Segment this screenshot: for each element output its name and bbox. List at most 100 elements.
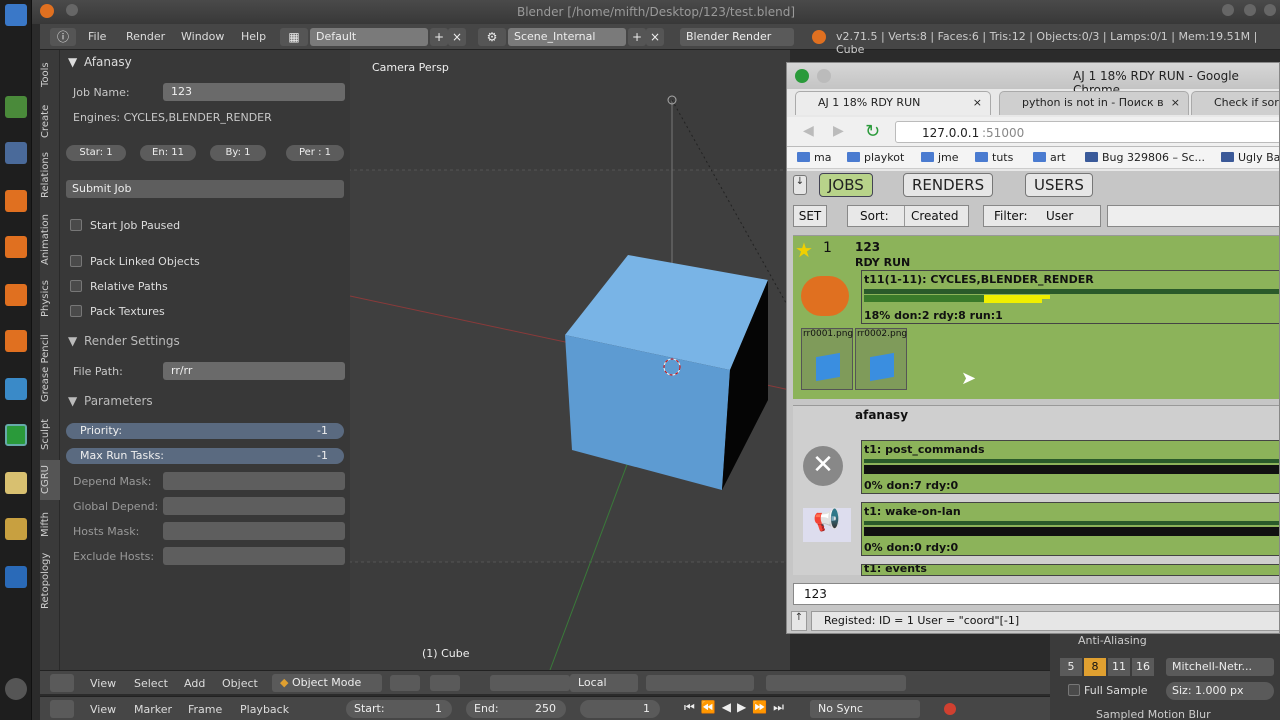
render-settings-header[interactable]: Render Settings (84, 334, 180, 348)
back-icon[interactable]: ◀ (803, 123, 814, 139)
record-icon[interactable] (944, 703, 956, 715)
pack-linked-checkbox[interactable] (70, 255, 82, 267)
menu-view[interactable]: View (90, 677, 116, 690)
per-task-field[interactable]: Per : 1 (286, 145, 344, 161)
pivot-icon[interactable] (430, 675, 460, 691)
menu-marker[interactable]: Marker (134, 703, 172, 716)
layout-icon[interactable]: ▦ (280, 28, 308, 46)
thumbnail[interactable]: rr0002.png (855, 328, 907, 390)
tab-physics[interactable]: Physics (40, 278, 60, 320)
editor-type-icon[interactable]: ⓘ (50, 28, 76, 46)
arrow-up-icon[interactable]: ↑ (791, 611, 807, 631)
global-depend-input[interactable] (163, 497, 345, 515)
tab-animation[interactable]: Animation (40, 212, 60, 268)
close-tab-icon[interactable]: × (973, 92, 982, 114)
layers-grid[interactable] (646, 675, 754, 691)
orientation-select[interactable]: Local (570, 674, 638, 692)
current-frame-field[interactable]: 1 (580, 700, 660, 718)
blender-icon[interactable] (5, 190, 27, 212)
relative-paths-checkbox[interactable] (70, 280, 82, 292)
task-block[interactable]: t1: post_commands 0% don:7 rdy:0 (861, 440, 1279, 494)
address-input[interactable]: 127.0.0.1:51000 (895, 121, 1279, 143)
blender-icon[interactable] (5, 236, 27, 258)
add-scene-button[interactable]: + (628, 28, 646, 46)
task-block[interactable]: t1: wake-on-lan 0% don:0 rdy:0 (861, 502, 1279, 556)
start-paused-checkbox[interactable] (70, 219, 82, 231)
filter-size-field[interactable]: Siz: 1.000 px (1166, 682, 1274, 700)
thumbnail[interactable]: rr0001.png (801, 328, 853, 390)
arrow-down-icon[interactable]: ↓ (793, 175, 807, 195)
power-icon[interactable] (5, 678, 27, 700)
3d-viewport[interactable]: Camera Persp (1) Cube (350, 50, 790, 670)
filter-control[interactable]: Filter: User (983, 205, 1101, 227)
forward-icon[interactable]: ▶ (833, 123, 844, 139)
nav-users[interactable]: USERS (1025, 173, 1093, 197)
render-engine-select[interactable]: Blender Render (680, 28, 794, 46)
bookmark-item[interactable]: jme (921, 151, 959, 164)
bookmark-item[interactable]: art (1033, 151, 1066, 164)
end-frame-field[interactable]: En: 11 (140, 145, 196, 161)
job-name-input[interactable]: 123 (163, 83, 345, 101)
max-run-tasks-slider[interactable]: Max Run Tasks: -1 (66, 448, 344, 464)
scene-field[interactable]: Scene_Internal (508, 28, 626, 46)
aa-filter-select[interactable]: Mitchell-Netr... (1166, 658, 1274, 676)
tab-mifth[interactable]: Mifth (40, 510, 60, 538)
tab-tools[interactable]: Tools (40, 60, 60, 90)
window-button-icon[interactable] (817, 69, 831, 83)
app-icon[interactable] (5, 96, 27, 118)
tab-create[interactable]: Create (40, 102, 60, 140)
sync-select[interactable]: No Sync (810, 700, 920, 718)
parameters-header[interactable]: Parameters (84, 394, 153, 408)
nav-renders[interactable]: RENDERS (903, 173, 994, 197)
snap-tools[interactable] (766, 675, 906, 691)
menu-help[interactable]: Help (241, 30, 266, 43)
parameters-toggle-icon[interactable]: ▼ (68, 394, 77, 408)
menu-file[interactable]: File (88, 30, 106, 43)
sort-control[interactable]: Sort: Created (847, 205, 969, 227)
by-frame-field[interactable]: By: 1 (210, 145, 266, 161)
manipulator-icons[interactable] (490, 675, 570, 691)
window-menu-icon[interactable] (66, 4, 78, 16)
shading-icon[interactable] (390, 675, 420, 691)
submit-job-button[interactable]: Submit Job (66, 180, 344, 198)
bookmark-item[interactable]: playkot (847, 151, 904, 164)
job-row[interactable]: afanasy ✕ t1: post_commands 0% don:7 rdy… (793, 405, 1279, 576)
render-settings-toggle-icon[interactable]: ▼ (68, 334, 77, 348)
menu-playback[interactable]: Playback (240, 703, 289, 716)
maximize-icon[interactable] (1244, 4, 1256, 16)
sampled-motion-blur-header[interactable]: Sampled Motion Blur (1096, 708, 1211, 720)
app-icon[interactable] (5, 566, 27, 588)
remove-layout-button[interactable]: × (448, 28, 466, 46)
close-tab-icon[interactable]: × (1171, 92, 1180, 114)
aa-samples-11[interactable]: 11 (1108, 658, 1130, 676)
nav-jobs[interactable]: JOBS (819, 173, 873, 197)
tab-search[interactable]: python is not in - Поиск в × (999, 91, 1189, 115)
blender-icon[interactable] (5, 330, 27, 352)
menu-render[interactable]: Render (126, 30, 165, 43)
end-frame-field[interactable]: End: 250 (466, 700, 566, 718)
bookmark-item[interactable]: ma (797, 151, 831, 164)
priority-slider[interactable]: Priority: -1 (66, 423, 344, 439)
file-path-input[interactable]: rr/rr (163, 362, 345, 380)
aa-samples-16[interactable]: 16 (1132, 658, 1154, 676)
hosts-mask-input[interactable] (163, 522, 345, 540)
bookmark-item[interactable]: tuts (975, 151, 1013, 164)
app-icon[interactable] (5, 518, 27, 540)
menu-add[interactable]: Add (184, 677, 205, 690)
filter-input[interactable] (1107, 205, 1279, 227)
anti-aliasing-header[interactable]: Anti-Aliasing (1078, 634, 1147, 647)
menu-view[interactable]: View (90, 703, 116, 716)
app-icon[interactable] (5, 142, 27, 164)
menu-select[interactable]: Select (134, 677, 168, 690)
afanasy-header[interactable]: Afanasy (84, 55, 132, 69)
aa-samples-8[interactable]: 8 (1084, 658, 1106, 676)
scene-icon[interactable]: ⚙ (478, 28, 506, 46)
blender-icon[interactable] (5, 284, 27, 306)
tab-check[interactable]: Check if sor (1191, 91, 1279, 115)
full-sample-checkbox[interactable] (1068, 684, 1080, 696)
start-frame-field[interactable]: Start: 1 (346, 700, 452, 718)
tab-relations[interactable]: Relations (40, 150, 60, 200)
layout-field[interactable]: Default (310, 28, 428, 46)
mode-select[interactable]: ◆ Object Mode (272, 674, 382, 692)
kde-launcher-icon[interactable] (5, 4, 27, 26)
